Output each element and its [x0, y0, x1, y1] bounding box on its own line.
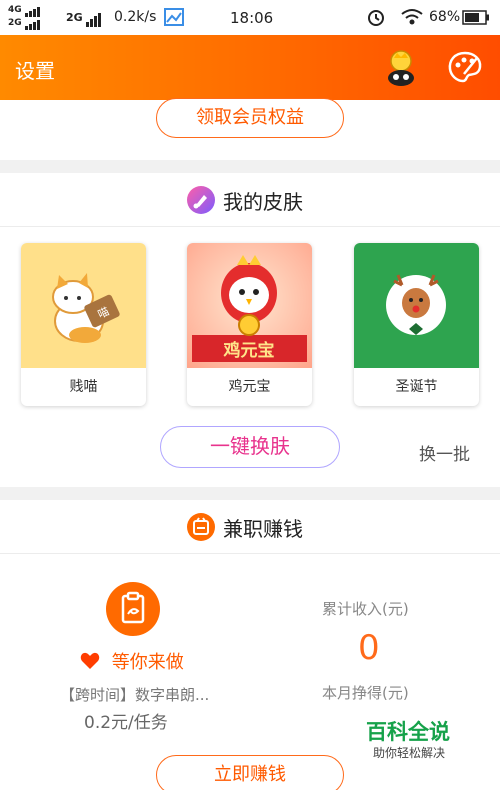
skins-section-header: 我的皮肤 — [0, 173, 500, 227]
signal-icon — [86, 11, 102, 27]
total-income-value: 0 — [358, 628, 380, 668]
skin-tile[interactable]: 喵 贱喵 — [21, 243, 146, 406]
total-income-label: 累计收入(元) — [322, 600, 409, 618]
network-type-3: 2G — [66, 11, 83, 24]
wait-label: 等你来做 — [111, 652, 184, 673]
network-type-2: 2G — [8, 18, 22, 28]
reindeer-icon — [354, 243, 479, 368]
signal-icon — [24, 4, 41, 17]
clock: 18:06 — [230, 9, 274, 27]
battery-icon — [462, 10, 490, 29]
parttime-section-title: 兼职赚钱 — [223, 517, 303, 541]
status-bar: 4G 2G 2G 0.2k/s 18:06 68% — [0, 0, 500, 35]
task-name[interactable]: 【跨时间】数字串朗... — [60, 684, 209, 705]
claim-member-benefits-button[interactable]: 领取会员权益 — [156, 98, 344, 138]
skin-brush-icon — [187, 186, 215, 214]
skin-tile-name: 贱喵 — [69, 379, 98, 395]
skin-tile[interactable]: 圣诞节 — [354, 243, 479, 406]
alarm-icon — [366, 7, 386, 31]
wallet-icon — [187, 513, 215, 541]
heart-icon — [80, 652, 106, 673]
parttime-section-header: 兼职赚钱 — [0, 500, 500, 554]
one-click-skin-button[interactable]: 一键换肤 — [160, 426, 340, 468]
network-speed: 0.2k/s — [114, 9, 157, 25]
watermark-title: 百科全说 — [366, 720, 450, 744]
crown-mascot-icon[interactable] — [381, 48, 421, 88]
app-header: 设置 — [0, 35, 500, 100]
chicken-icon: 鸡元宝 — [187, 243, 312, 368]
skins-section-title: 我的皮肤 — [223, 190, 303, 214]
skin-tile[interactable]: 鸡元宝 鸡元宝 — [187, 243, 312, 406]
watermark-subtitle: 助你轻松解决 — [373, 746, 446, 760]
month-earned-label: 本月挣得(元) — [322, 684, 409, 702]
page-title: 设置 — [15, 59, 55, 83]
wait-label-row: 等你来做 — [80, 648, 184, 674]
cat-icon: 喵 — [21, 243, 146, 368]
dual-signal-indicator: 4G 2G — [8, 4, 41, 30]
image-icon — [164, 8, 184, 30]
skin-tile-name: 鸡元宝 — [228, 379, 271, 395]
network-type-1: 4G — [8, 5, 22, 15]
task-price: 0.2元/任务 — [84, 713, 168, 733]
battery-percent: 68% — [429, 9, 461, 25]
skin-tile-badge: 鸡元宝 — [223, 340, 275, 361]
earn-now-button[interactable]: 立即赚钱 — [156, 755, 344, 790]
skin-tile-name: 圣诞节 — [395, 379, 438, 395]
signal-icon — [24, 17, 41, 30]
clipboard-icon[interactable] — [106, 582, 160, 636]
palette-icon[interactable] — [445, 48, 485, 88]
wifi-icon — [401, 8, 423, 30]
refresh-batch-link[interactable]: 换一批 — [419, 440, 470, 465]
member-card: 领取会员权益 — [0, 98, 500, 160]
